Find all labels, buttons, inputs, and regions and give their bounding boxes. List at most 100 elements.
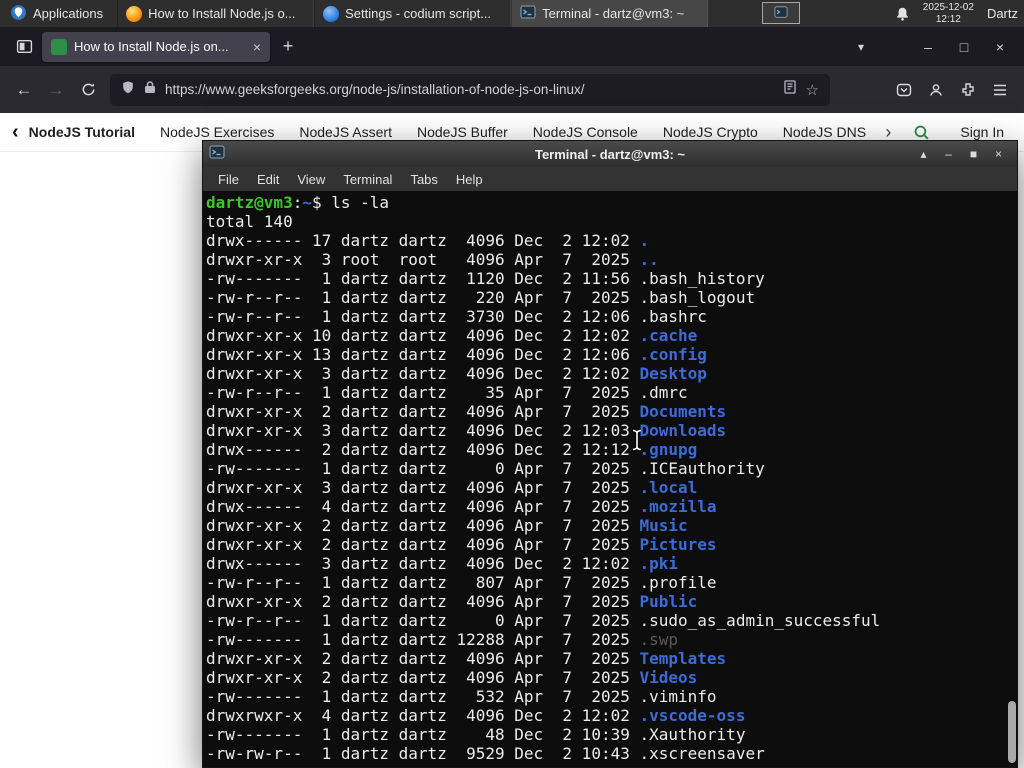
ls-row-meta: drwx------ 2 dartz dartz 4096 Dec 2 12:1… (206, 440, 640, 459)
terminal-maximize-button[interactable]: ■ (961, 141, 986, 167)
list-all-tabs-icon[interactable]: ▾ (858, 40, 864, 54)
extensions-icon[interactable] (952, 74, 984, 106)
ls-row-meta: -rw-r--r-- 1 dartz dartz 220 Apr 7 2025 (206, 288, 640, 307)
taskbar-item-terminal[interactable]: Terminal - dartz@vm3: ~ (511, 0, 709, 27)
lock-icon[interactable] (144, 80, 156, 99)
nav-item-nodejs-tutorial[interactable]: NodeJS Tutorial (29, 124, 135, 140)
ls-row: drwxr-xr-x 3 root root 4096 Apr 7 2025 .… (206, 250, 1017, 269)
url-text[interactable]: https://www.geeksforgeeks.org/node-js/in… (165, 82, 774, 97)
terminal-content[interactable]: dartz@vm3:~$ ls -la total 140 drwx------… (203, 191, 1017, 767)
ls-file-name: .ICEauthority (639, 459, 765, 478)
ls-row: drwx------ 17 dartz dartz 4096 Dec 2 12:… (206, 231, 1017, 250)
ls-dir-name: .gnupg (639, 440, 698, 459)
applications-menu-button[interactable]: Applications (0, 0, 113, 27)
ls-row-meta: -rw-r--r-- 1 dartz dartz 0 Apr 7 2025 (206, 611, 640, 630)
reload-icon[interactable] (72, 74, 104, 106)
ls-row: -rw-r--r-- 1 dartz dartz 807 Apr 7 2025 … (206, 573, 1017, 592)
ls-row: drwxr-xr-x 2 dartz dartz 4096 Apr 7 2025… (206, 592, 1017, 611)
terminal-titlebar[interactable]: Terminal - dartz@vm3: ~ ▴ – ■ × (203, 141, 1017, 167)
menu-tabs[interactable]: Tabs (401, 169, 446, 190)
browser-close-button[interactable]: × (982, 39, 1018, 55)
ls-file-name: .profile (639, 573, 717, 592)
reader-view-icon[interactable] (783, 80, 797, 99)
ls-row-meta: drwxr-xr-x 2 dartz dartz 4096 Apr 7 2025 (206, 649, 640, 668)
ls-row-meta: -rw------- 1 dartz dartz 12288 Apr 7 202… (206, 630, 640, 649)
bookmark-star-icon[interactable]: ☆ (806, 81, 819, 99)
ls-row-meta: drwxr-xr-x 2 dartz dartz 4096 Apr 7 2025 (206, 592, 640, 611)
nav-item-nodejs-buffer[interactable]: NodeJS Buffer (417, 124, 508, 140)
panel-tasklist: How to Install Node.js o... Settings - c… (117, 0, 709, 27)
ls-row: drwxrwxr-x 4 dartz dartz 4096 Dec 2 12:0… (206, 706, 1017, 725)
browser-minimize-button[interactable]: – (910, 39, 946, 55)
ls-row-meta: drwx------ 4 dartz dartz 4096 Apr 7 2025 (206, 497, 640, 516)
browser-maximize-button[interactable]: □ (946, 39, 982, 55)
ls-dir-name: Downloads (639, 421, 727, 440)
terminal-minimize-button[interactable]: – (936, 141, 961, 167)
clock-time: 12:12 (935, 13, 961, 25)
ls-row: drwxr-xr-x 2 dartz dartz 4096 Apr 7 2025… (206, 668, 1017, 687)
terminal-icon (209, 144, 225, 165)
browser-tab-bar: How to Install Node.js on... × + ▾ – □ × (0, 27, 1024, 66)
total-line: total 140 (206, 212, 293, 231)
ls-row: drwxr-xr-x 2 dartz dartz 4096 Apr 7 2025… (206, 649, 1017, 668)
ls-row-meta: drwxr-xr-x 3 dartz dartz 4096 Dec 2 12:0… (206, 421, 640, 440)
menu-file[interactable]: File (209, 169, 248, 190)
new-tab-button[interactable]: + (274, 33, 302, 61)
ls-row-meta: drwxr-xr-x 2 dartz dartz 4096 Apr 7 2025 (206, 402, 640, 421)
panel-user-label[interactable]: Dartz (987, 6, 1018, 21)
ls-file-name: .Xauthority (639, 725, 746, 744)
menu-help[interactable]: Help (447, 169, 492, 190)
ls-row-meta: drwx------ 17 dartz dartz 4096 Dec 2 12:… (206, 231, 640, 250)
terminal-scrollbar[interactable] (1007, 193, 1016, 765)
account-icon[interactable] (920, 74, 952, 106)
ls-row-meta: -rw-r--r-- 1 dartz dartz 3730 Dec 2 12:0… (206, 307, 640, 326)
ls-file-name: .bash_history (639, 269, 765, 288)
back-button[interactable]: ← (8, 74, 40, 106)
search-icon[interactable] (913, 124, 930, 141)
url-bar[interactable]: https://www.geeksforgeeks.org/node-js/in… (110, 73, 830, 106)
nav-item-nodejs-console[interactable]: NodeJS Console (533, 124, 638, 140)
ls-row: drwxr-xr-x 3 dartz dartz 4096 Dec 2 12:0… (206, 421, 1017, 440)
nav-item-nodejs-dns[interactable]: NodeJS DNS (783, 124, 866, 140)
tracking-shield-icon[interactable] (121, 80, 135, 100)
terminal-window: Terminal - dartz@vm3: ~ ▴ – ■ × File Edi… (202, 140, 1018, 768)
site-nav-items: NodeJS Tutorial NodeJS Exercises NodeJS … (29, 124, 878, 140)
panel-clock[interactable]: 2025-12-02 12:12 (923, 2, 974, 25)
forward-button[interactable]: → (40, 74, 72, 106)
ls-file-name: .viminfo (639, 687, 717, 706)
ls-file-name: .bash_logout (639, 288, 756, 307)
workspace-pager[interactable] (762, 2, 800, 24)
pocket-icon[interactable] (888, 74, 920, 106)
nav-item-nodejs-assert[interactable]: NodeJS Assert (299, 124, 392, 140)
applications-label: Applications (33, 6, 104, 21)
taskbar-item-firefox[interactable]: How to Install Node.js o... (117, 0, 315, 27)
ls-row: -rw-r--r-- 1 dartz dartz 35 Apr 7 2025 .… (206, 383, 1017, 402)
nav-item-nodejs-exercises[interactable]: NodeJS Exercises (160, 124, 274, 140)
nav-scroll-left-icon[interactable]: ‹ (12, 121, 19, 144)
ls-row: drwxr-xr-x 13 dartz dartz 4096 Dec 2 12:… (206, 345, 1017, 364)
notification-bell-icon[interactable] (895, 6, 910, 22)
scrollbar-thumb[interactable] (1008, 701, 1016, 763)
menu-hamburger-icon[interactable] (984, 74, 1016, 106)
prompt-command: ls -la (331, 193, 390, 212)
ls-row-meta: drwxr-xr-x 3 root root 4096 Apr 7 2025 (206, 250, 640, 269)
firefox-view-icon[interactable] (10, 33, 38, 61)
nav-item-nodejs-crypto[interactable]: NodeJS Crypto (663, 124, 758, 140)
terminal-window-title: Terminal - dartz@vm3: ~ (534, 146, 686, 162)
taskbar-item-codium[interactable]: Settings - codium script... (314, 0, 512, 27)
terminal-shade-button[interactable]: ▴ (911, 141, 936, 167)
prompt-line: dartz@vm3:~$ ls -la (206, 193, 1017, 212)
ls-row: -rw------- 1 dartz dartz 48 Dec 2 10:39 … (206, 725, 1017, 744)
menu-edit[interactable]: Edit (248, 169, 288, 190)
ls-row: -rw-rw-r-- 1 dartz dartz 9529 Dec 2 10:4… (206, 744, 1017, 763)
browser-tab[interactable]: How to Install Node.js on... × (42, 31, 270, 62)
ls-row: drwxr-xr-x 3 dartz dartz 4096 Dec 2 12:0… (206, 364, 1017, 383)
terminal-close-button[interactable]: × (986, 141, 1011, 167)
ls-file-name: .xscreensaver (639, 744, 765, 763)
tab-title: How to Install Node.js on... (74, 39, 229, 54)
menu-view[interactable]: View (288, 169, 334, 190)
menu-terminal[interactable]: Terminal (334, 169, 401, 190)
ls-row: -rw------- 1 dartz dartz 12288 Apr 7 202… (206, 630, 1017, 649)
tab-close-icon[interactable]: × (253, 39, 261, 55)
ls-dir-name: Documents (639, 402, 727, 421)
